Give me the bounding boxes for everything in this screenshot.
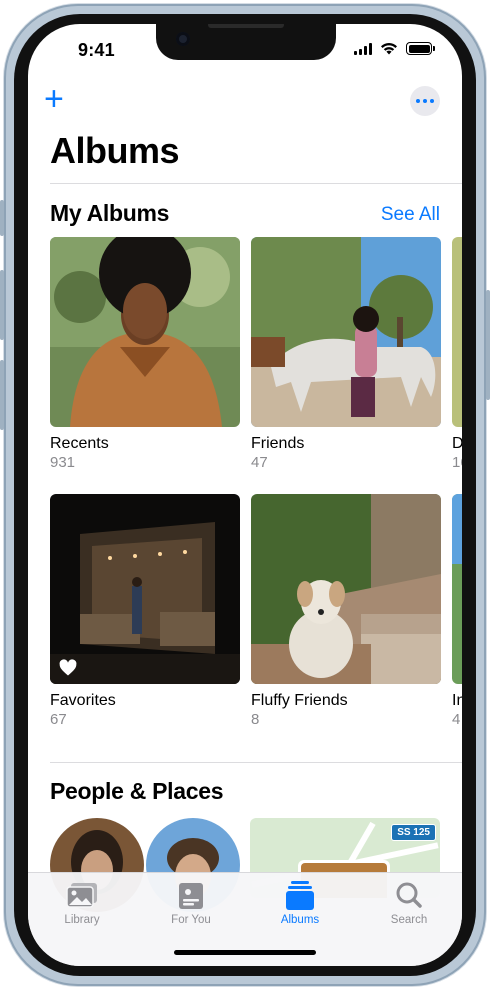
photo-library-icon (65, 881, 99, 911)
section-title-people-places: People & Places (50, 778, 224, 804)
map-route-badge: SS 125 (391, 824, 436, 841)
album-name: Recents (50, 435, 109, 452)
album-name: Fluffy Friends (251, 692, 348, 709)
add-album-button[interactable]: + (44, 82, 72, 116)
tab-albums[interactable]: Albums (260, 881, 340, 926)
status-time: 9:41 (78, 40, 115, 60)
cellular-signal-icon (354, 42, 372, 55)
section-title-my-albums: My Albums (50, 200, 170, 226)
album-count: 47 (251, 454, 268, 471)
album-recents[interactable]: Recents 931 (50, 237, 240, 471)
album-thumbnail (251, 237, 441, 427)
battery-icon (406, 42, 435, 55)
ellipsis-icon (416, 99, 420, 103)
album-count: 4 (452, 711, 461, 728)
album-partial-in[interactable]: In 4 (452, 494, 462, 728)
screen: 9:41 + Albums My Albums See All Recents … (28, 24, 462, 966)
page-title: Albums (50, 130, 180, 171)
album-name: Friends (251, 435, 305, 452)
front-camera (176, 32, 190, 46)
tab-label: Albums (280, 914, 320, 926)
album-friends[interactable]: Friends 47 (251, 237, 441, 471)
see-all-link[interactable]: See All (381, 204, 440, 226)
album-partial-d[interactable]: D 16 (452, 237, 462, 471)
more-options-button[interactable] (410, 86, 440, 116)
heart-icon (59, 659, 77, 676)
status-icons (354, 42, 435, 55)
tab-for-you[interactable]: For You (151, 881, 231, 926)
album-count: 67 (50, 711, 67, 728)
album-thumbnail (251, 494, 441, 684)
album-thumbnail (50, 237, 240, 427)
home-indicator (174, 950, 316, 955)
album-thumbnail (452, 494, 462, 684)
tab-label: For You (171, 914, 211, 926)
album-count: 931 (50, 454, 76, 471)
divider (50, 762, 462, 763)
speaker-grille (208, 24, 284, 28)
tab-library[interactable]: Library (42, 881, 122, 926)
album-thumbnail (50, 494, 240, 684)
album-count: 16 (452, 454, 462, 471)
album-favorites[interactable]: Favorites 67 (50, 494, 240, 728)
power-button (486, 290, 490, 400)
tab-label: Library (64, 914, 100, 926)
wifi-icon (381, 43, 397, 55)
notch (156, 24, 336, 60)
for-you-icon (174, 881, 208, 911)
tab-label: Search (390, 914, 428, 926)
album-count: 8 (251, 711, 260, 728)
album-name: In (452, 692, 462, 709)
album-fluffy-friends[interactable]: Fluffy Friends 8 (251, 494, 441, 728)
albums-stack-icon (283, 881, 317, 911)
magnifier-icon (392, 881, 426, 911)
album-thumbnail (452, 237, 462, 427)
tab-search[interactable]: Search (369, 881, 449, 926)
album-name: Favorites (50, 692, 116, 709)
album-name: D (452, 435, 462, 452)
divider (50, 183, 462, 184)
